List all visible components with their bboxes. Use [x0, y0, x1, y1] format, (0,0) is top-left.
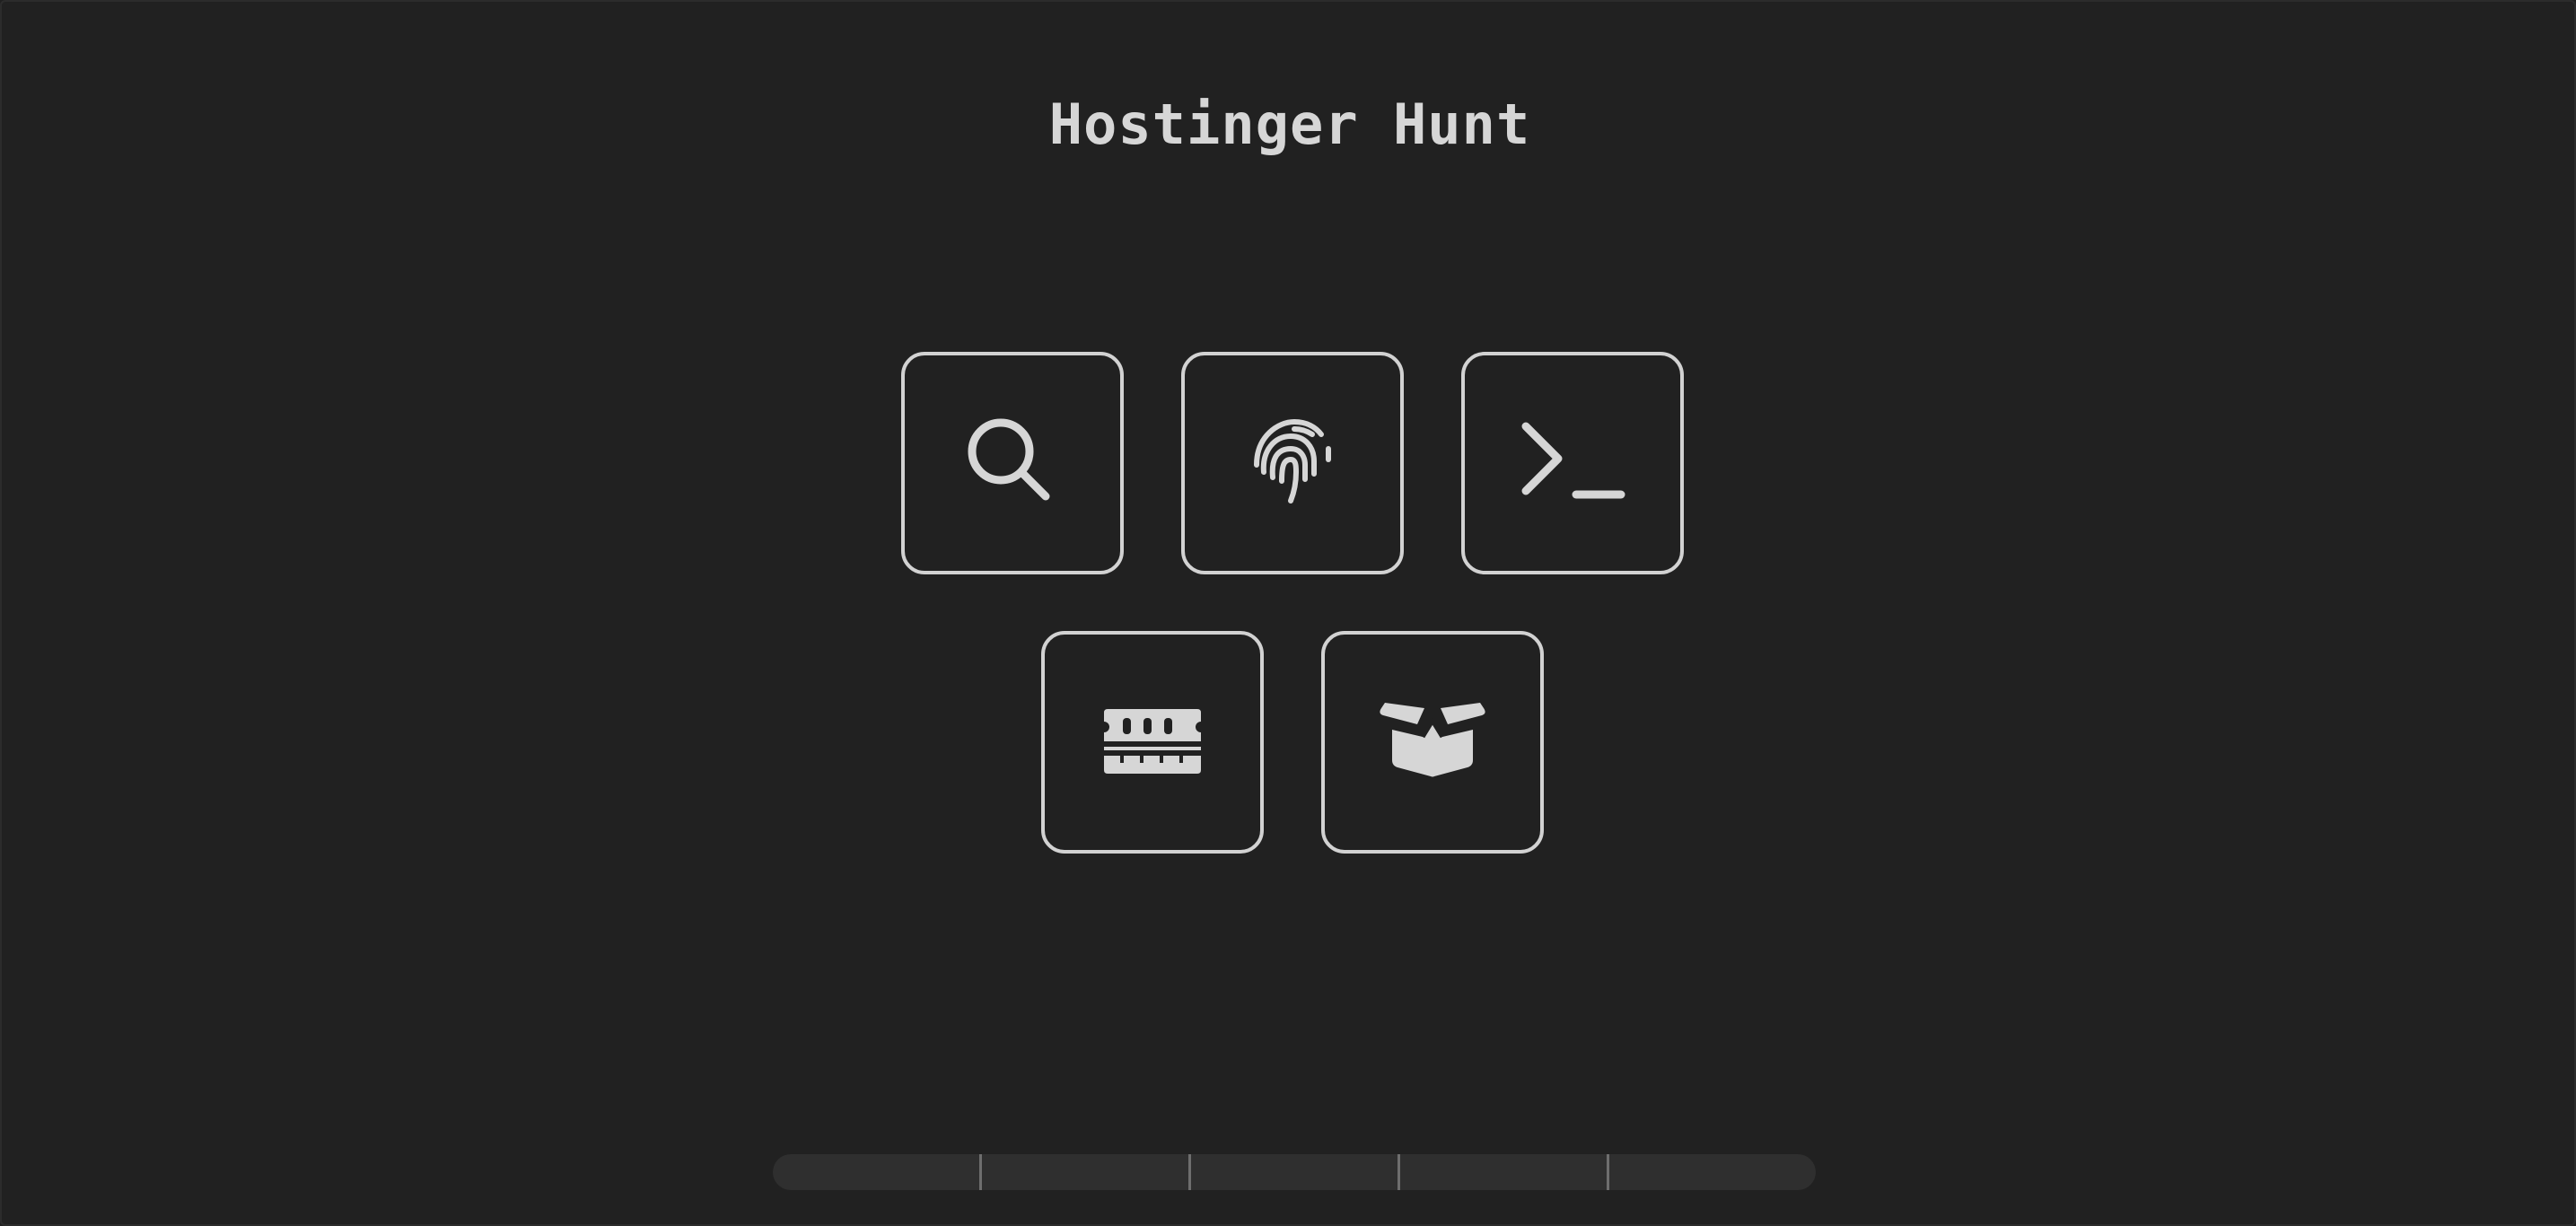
fingerprint-icon: [1254, 418, 1331, 504]
terminal-icon: [1521, 422, 1625, 499]
progress-segment: [773, 1154, 982, 1190]
open-box-icon: [1380, 703, 1485, 777]
tile-memory[interactable]: [1041, 631, 1264, 854]
progress-bar: [773, 1154, 1816, 1190]
search-icon: [968, 418, 1050, 501]
progress-segment: [982, 1154, 1191, 1190]
memory-ram-icon: [1104, 709, 1201, 774]
tile-search[interactable]: [901, 352, 1124, 574]
game-title: Hostinger Hunt: [1048, 92, 1531, 157]
game-window: Hostinger Hunt: [0, 0, 2576, 1226]
tile-box[interactable]: [1321, 631, 1544, 854]
tile-fingerprint[interactable]: [1181, 352, 1404, 574]
progress-segment: [1400, 1154, 1609, 1190]
progress-segment: [1191, 1154, 1400, 1190]
tile-terminal[interactable]: [1461, 352, 1684, 574]
progress-segment: [1609, 1154, 1816, 1190]
